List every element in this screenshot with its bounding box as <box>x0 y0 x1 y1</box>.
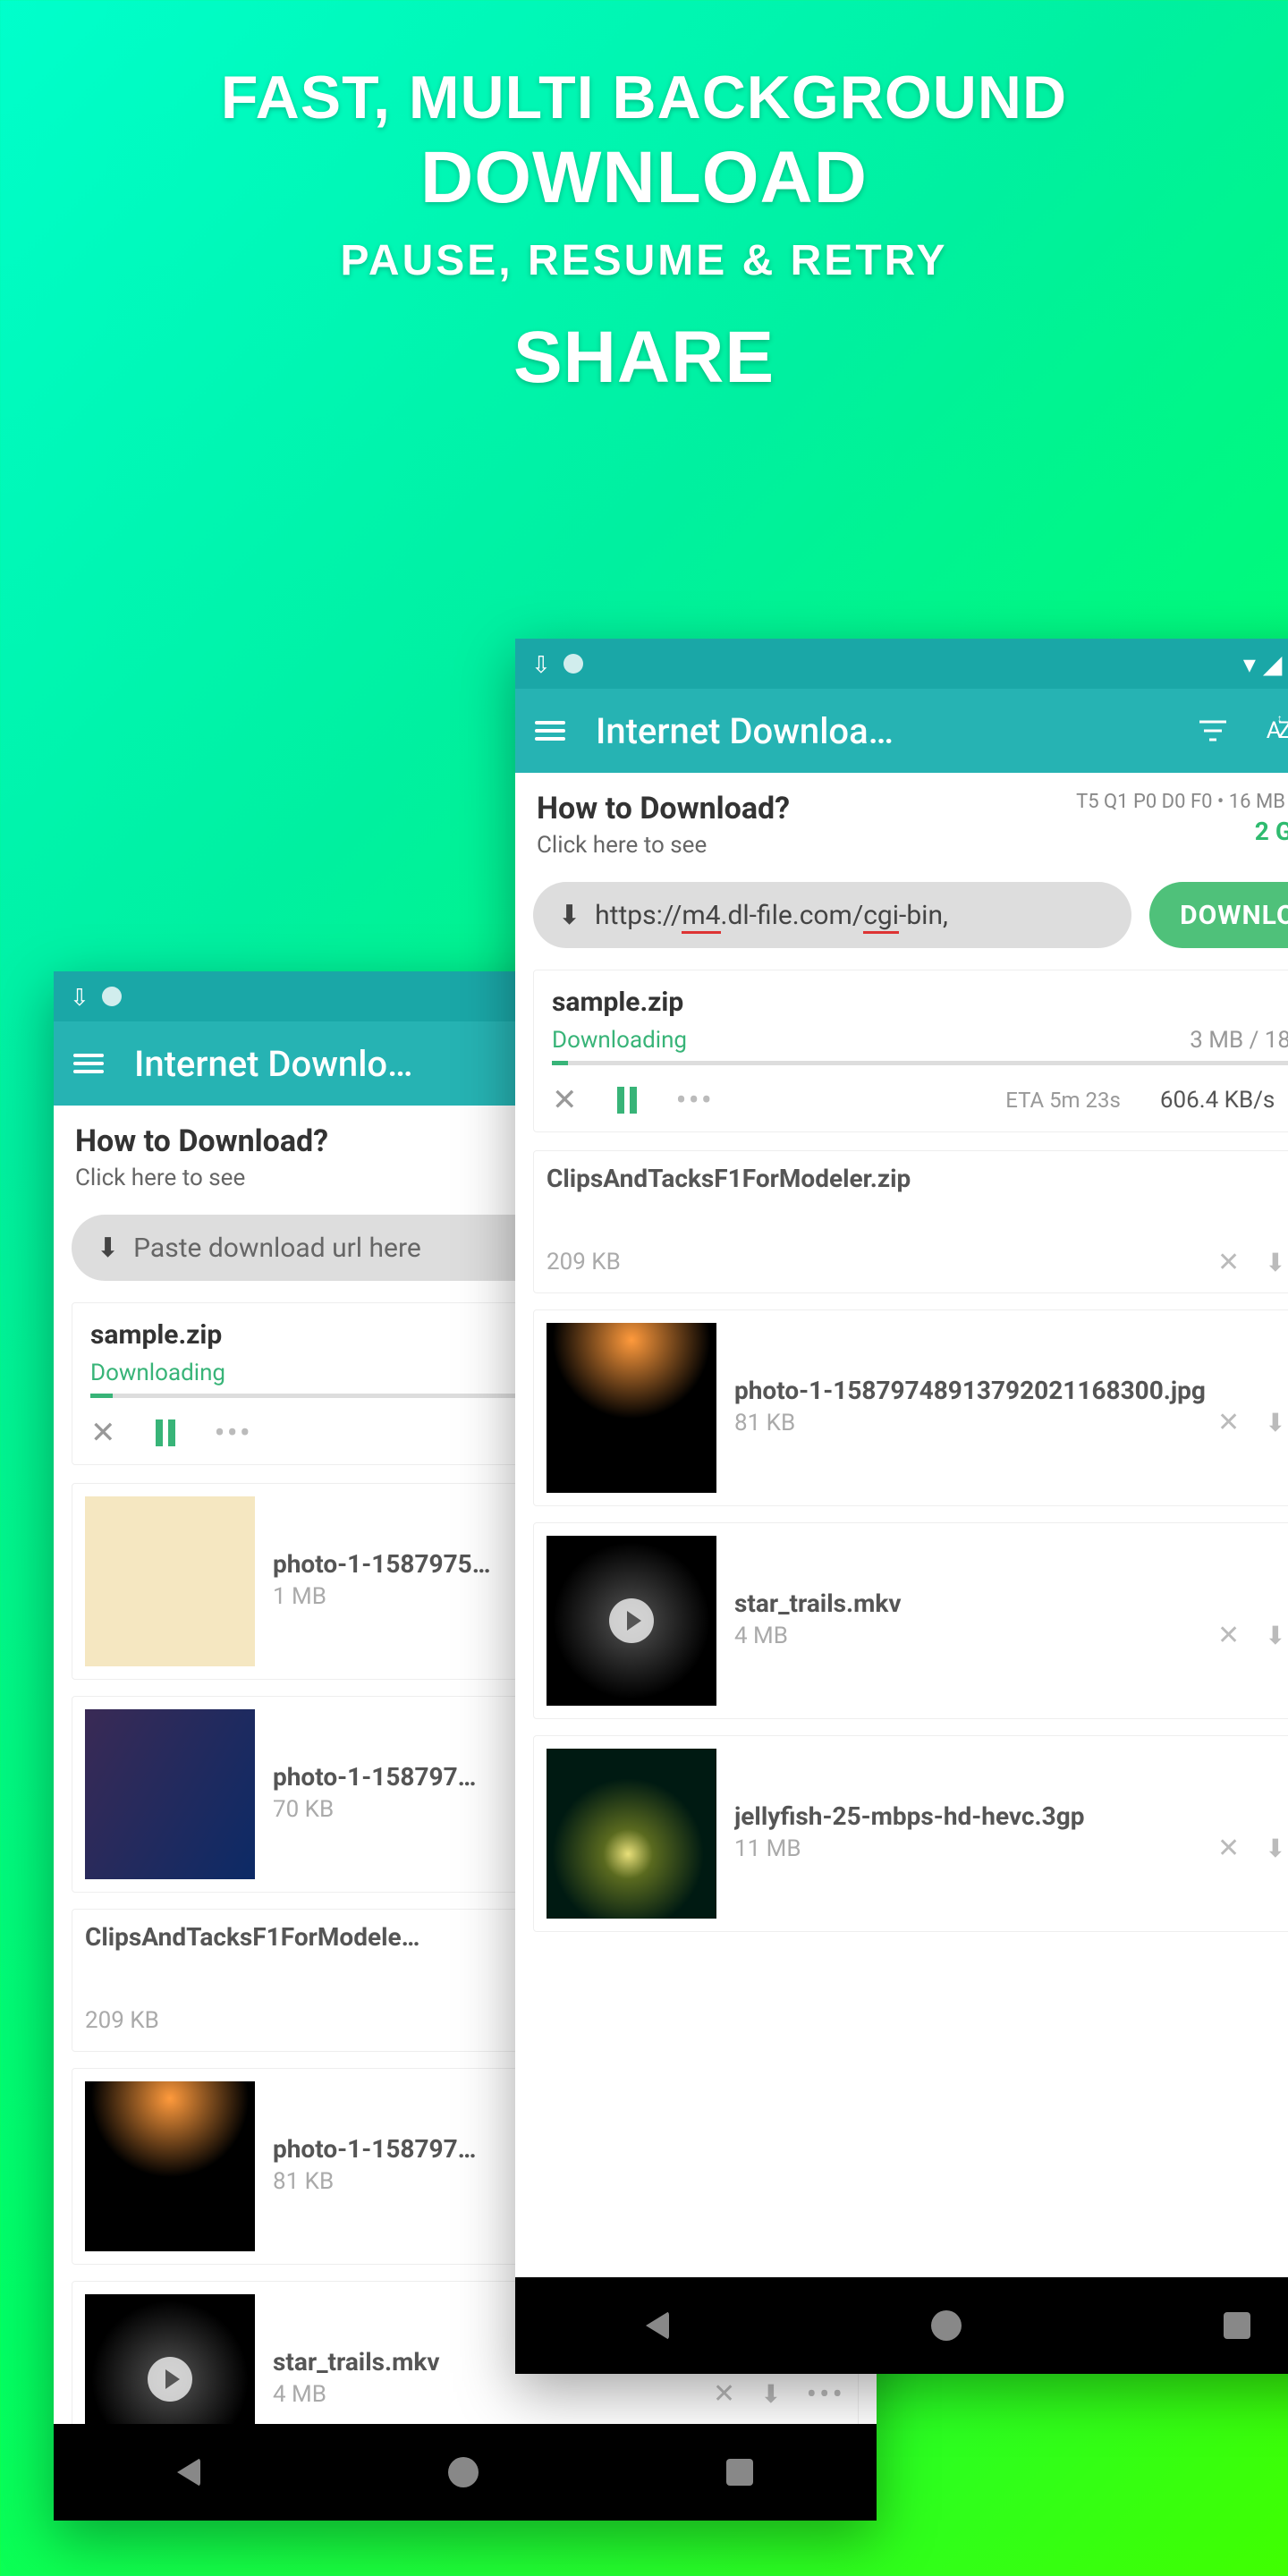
hero-line2: DOWNLOAD <box>0 136 1288 220</box>
hero-line1: FAST, MULTI BACKGROUND <box>0 63 1288 132</box>
status-bar: ⇩ ▾ ◢ ▮ 3:24 <box>515 639 1288 689</box>
file-size: 81 KB <box>734 1410 795 1436</box>
file-size: 70 KB <box>273 1796 334 1823</box>
url-row: ⬇ https://m4.dl-file.com/cgi-bin, DOWNLO… <box>533 882 1288 948</box>
nav-home-icon[interactable] <box>448 2457 479 2487</box>
cancel-icon[interactable]: ✕ <box>90 1415 116 1451</box>
app-title: Internet Downloa… <box>596 710 1168 752</box>
more-icon[interactable]: ••• <box>807 2377 845 2412</box>
cancel-icon[interactable]: ✕ <box>1217 1620 1240 1651</box>
nav-back-icon[interactable] <box>177 2458 200 2487</box>
sort-az-icon[interactable]: A↕Z <box>1258 717 1288 744</box>
download-icon[interactable]: ⬇ <box>1265 1834 1285 1863</box>
file-name: sample.zip <box>552 987 1288 1018</box>
cancel-icon[interactable]: ✕ <box>552 1082 578 1118</box>
progress-bar <box>552 1061 1288 1065</box>
nav-recent-icon[interactable] <box>726 2459 753 2486</box>
url-placeholder: Paste download url here <box>133 1233 421 1264</box>
pause-icon[interactable] <box>156 1419 175 1446</box>
file-name: photo-1-15879748913792021168300.jpg <box>734 1376 1288 1405</box>
file-size: 1 MB <box>273 1583 326 1610</box>
list-item[interactable]: photo-1-15879748913792021168300.jpg 81 KB… <box>533 1309 1288 1506</box>
filter-icon[interactable] <box>1193 720 1233 741</box>
size-label: 3 MB / 189 MB <box>1190 1027 1288 1054</box>
android-navbar <box>515 2277 1288 2374</box>
app-bar: Internet Downloa… A↕Z <box>515 689 1288 773</box>
file-size: 209 KB <box>547 1249 621 1275</box>
download-icon: ⬇ <box>97 1233 119 1264</box>
thumbnail <box>547 1749 716 1919</box>
thumbnail <box>85 1496 255 1666</box>
file-size: 81 KB <box>273 2168 334 2195</box>
info-title: How to Download? <box>537 791 790 826</box>
state-label: Downloading <box>90 1360 225 1386</box>
state-label: Downloading <box>552 1027 687 1054</box>
list-item[interactable]: star_trails.mkv4 MB✕⬇••• <box>533 1522 1288 1719</box>
thumbnail <box>85 2294 255 2424</box>
download-icon[interactable]: ⬇ <box>1265 1621 1285 1650</box>
nav-back-icon[interactable] <box>646 2311 669 2340</box>
cancel-icon[interactable]: ✕ <box>1217 1833 1240 1864</box>
download-icon[interactable]: ⬇ <box>1265 1408 1285 1437</box>
download-arrow-icon: ⇩ <box>531 652 551 679</box>
file-name: jellyfish-25-mbps-hd-hevc.3gp <box>734 1801 1288 1831</box>
content: How to Download? Click here to see T5 Q1… <box>515 773 1288 2277</box>
active-download-card[interactable]: sample.zip Downloading 3 MB / 189 MB ✕ •… <box>533 970 1288 1132</box>
info-sub: Click here to see <box>75 1165 328 1191</box>
eta: ETA 5m 23s <box>1005 1088 1121 1113</box>
menu-icon[interactable] <box>73 1054 104 1073</box>
nav-home-icon[interactable] <box>931 2310 962 2341</box>
list-item[interactable]: ClipsAndTacksF1ForModeler.zip209 KB✕⬇••• <box>533 1150 1288 1293</box>
wifi-icon: ▾ <box>1243 649 1256 679</box>
file-state: Downloading 3 MB / 189 MB <box>552 1027 1288 1054</box>
cancel-icon[interactable]: ✕ <box>1217 1407 1240 1438</box>
thumbnail <box>85 2081 255 2251</box>
status-orb-icon <box>102 987 122 1006</box>
hero-line3: PAUSE, RESUME & RETRY <box>0 236 1288 285</box>
url-text: https://m4.dl-file.com/cgi-bin, <box>595 900 948 931</box>
info-sub: Click here to see <box>537 832 790 859</box>
thumbnail <box>547 1323 716 1493</box>
list-item[interactable]: jellyfish-25-mbps-hd-hevc.3gp11 MB✕⬇••• <box>533 1735 1288 1932</box>
hero: FAST, MULTI BACKGROUND DOWNLOAD PAUSE, R… <box>0 0 1288 400</box>
file-size: 11 MB <box>734 1835 801 1862</box>
free-space: 2 GB free <box>1076 817 1288 846</box>
cancel-icon[interactable]: ✕ <box>1217 1247 1240 1278</box>
thumbnail <box>85 1709 255 1879</box>
file-size: 209 KB <box>85 2007 159 2034</box>
file-name: star_trails.mkv <box>734 1589 1288 1618</box>
menu-icon[interactable] <box>535 721 565 741</box>
more-icon[interactable]: ••• <box>215 1414 252 1452</box>
android-navbar <box>54 2424 877 2521</box>
status-orb-icon <box>564 654 583 674</box>
file-size: 4 MB <box>734 1623 788 1649</box>
download-icon[interactable]: ⬇ <box>1265 1248 1285 1277</box>
download-button[interactable]: DOWNLOAD <box>1149 882 1288 948</box>
file-size: 4 MB <box>273 2381 326 2408</box>
url-input[interactable]: ⬇ https://m4.dl-file.com/cgi-bin, <box>533 882 1131 948</box>
download-arrow-icon: ⇩ <box>70 985 89 1012</box>
speed: 606.4 KB/s <box>1160 1087 1275 1114</box>
file-name: ClipsAndTacksF1ForModeler.zip <box>547 1164 1288 1193</box>
signal-icon: ◢ <box>1263 649 1283 679</box>
pause-icon[interactable] <box>617 1087 637 1114</box>
nav-recent-icon[interactable] <box>1224 2312 1250 2339</box>
hero-line4: SHARE <box>0 316 1288 400</box>
info-row[interactable]: How to Download? Click here to see T5 Q1… <box>533 773 1288 866</box>
download-icon[interactable]: ⬇ <box>760 2379 781 2409</box>
info-title: How to Download? <box>75 1123 328 1159</box>
download-icon: ⬇ <box>558 900 580 931</box>
more-icon[interactable]: ••• <box>676 1081 714 1119</box>
thumbnail <box>547 1536 716 1706</box>
queue-stats: T5 Q1 P0 D0 F0 • 16 MB / 16 MB <box>1076 791 1288 813</box>
phone-front: ⇩ ▾ ◢ ▮ 3:24 Internet Downloa… A↕Z How t… <box>515 639 1288 2374</box>
cancel-icon[interactable]: ✕ <box>713 2378 735 2410</box>
